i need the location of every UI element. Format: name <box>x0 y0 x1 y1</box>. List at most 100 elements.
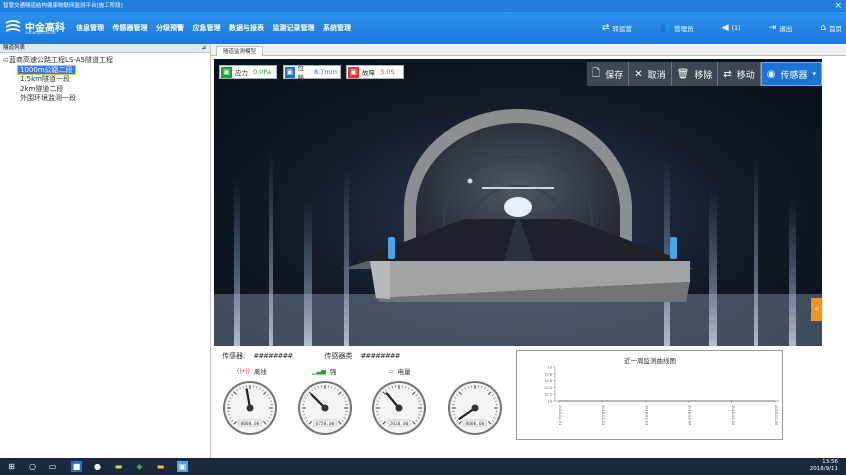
sensor-type-value: ######## <box>360 352 401 360</box>
y-tick-label: 10.6 <box>544 379 552 383</box>
pressure-icon: ▣ <box>221 66 232 78</box>
nav-item-5[interactable]: 监测记录管理 <box>273 23 315 35</box>
x-tick-label: 2018-02-04 <box>688 405 692 426</box>
app-header: 中金高科 ZHONGJIN GAOKE 信息管理 传感器管理 分级预警 应急管理 数据与… <box>0 12 846 44</box>
nav-item-1[interactable]: 传感器管理 <box>113 23 148 35</box>
x-tick-label: 2018-02-06 <box>774 405 778 425</box>
tree-root-label: 蓝商高速公路工程LS-A5隧道工程 <box>9 56 113 64</box>
start-icon[interactable]: ⊞ <box>6 461 17 472</box>
cancel-icon: ✕ <box>634 68 643 80</box>
expand-panel-tab[interactable]: « <box>811 298 822 321</box>
nav-item-2[interactable]: 分级预警 <box>156 23 184 35</box>
header-action-0[interactable]: ⇄ 转运营 <box>602 23 632 33</box>
tab-tunnel-model[interactable]: 隧道监测模型 <box>216 46 264 56</box>
sensor-status: ▭ 电量 <box>388 366 411 377</box>
sensor-status: ((•)) 离线 <box>237 366 267 377</box>
displacement-icon: ▣ <box>285 66 295 78</box>
header-action-3[interactable]: ⇥ 退出 <box>769 23 793 33</box>
y-tick-label: 10 <box>548 400 552 404</box>
status-label: 电量 <box>397 368 411 376</box>
tree-item-label: 外围环境监测一段 <box>20 94 76 102</box>
y-tick-label: 10 <box>548 366 552 370</box>
sensor-label: 传感器: <box>222 352 246 360</box>
nav-item-6[interactable]: 系统管理 <box>323 23 351 35</box>
header-action-label: 管理员 <box>674 25 694 33</box>
toolbar-label: 移动 <box>736 70 755 81</box>
clock-time: 13:56 <box>822 459 838 465</box>
toolbar-label: 保存 <box>605 70 624 81</box>
tree-item[interactable]: 1.5km隧道一段 <box>3 75 210 85</box>
x-tick-label: 2018-02-03 <box>644 405 648 425</box>
system-clock[interactable]: 13:56 2018/9/11 <box>810 459 838 473</box>
metric-value: 3.0S <box>380 68 395 76</box>
y-tick-label: 10.8 <box>544 372 552 376</box>
user-icon: 👥 <box>659 23 672 33</box>
pin-icon[interactable]: ⊿ <box>201 44 206 53</box>
move-icon: ⇄ <box>723 68 732 80</box>
os-taskbar: ⊞ ○ ▭ ■ ● ▬ ◆ ▬ ▣ 13:56 2018/9/11 <box>0 458 846 475</box>
tree-root[interactable]: ⊟蓝商高速公路工程LS-A5隧道工程 <box>3 56 210 66</box>
metric-value: 8.7mm <box>313 68 337 76</box>
header-action-2[interactable]: ◀ (1) <box>722 23 741 33</box>
tunnel-list-panel: 隧道列表 ⊿ ⊟蓝商高速公路工程LS-A5隧道工程 1000m公路二段 1.5km… <box>0 44 211 458</box>
toolbar-cancel-button[interactable]: ✕ 取消 <box>629 62 672 86</box>
chevron-down-icon[interactable]: ▾ <box>812 70 816 78</box>
tree-item-label: 1.5km隧道一段 <box>20 75 71 83</box>
nav-item-3[interactable]: 应急管理 <box>193 23 221 35</box>
window-icon[interactable]: ▣ <box>177 461 188 472</box>
toolbar-trash-button[interactable]: 🗑 移除 <box>672 62 719 86</box>
y-tick-label: 10.4 <box>544 386 553 390</box>
clock-date: 2018/9/11 <box>809 466 838 472</box>
sensor-value: ######## <box>253 352 293 360</box>
header-action-1[interactable]: 👥 管理员 <box>660 23 694 33</box>
battery-icon: ▭ <box>388 367 394 375</box>
sensor-status: ▁▃▅ 强 <box>312 366 337 377</box>
x-tick-label: 2018-02-02 <box>601 405 605 425</box>
tunnel-tree: ⊟蓝商高速公路工程LS-A5隧道工程 1000m公路二段 1.5km隧道一段 2km… <box>0 53 210 104</box>
tunnel-3d-viewport[interactable]: ▣ 应力 0.0Pa ▣ 位移 8.7mm ▣ 故障 3.0S 🗋 保存 ✕ 取消 🗑 移除 ⇄ 移动 ◉ 传感器… <box>214 59 822 346</box>
tree-item[interactable]: 外围环境监测一段 <box>3 94 210 104</box>
status-label: 强 <box>329 368 337 376</box>
chat-icon[interactable]: ◆ <box>134 461 145 472</box>
header-action-4[interactable]: ⌂ 首页 <box>820 23 842 33</box>
nav-item-4[interactable]: 数据与报表 <box>229 23 264 35</box>
main-nav: 信息管理 传感器管理 分级预警 应急管理 数据与报表 监测记录管理 系统管理 <box>76 23 360 35</box>
tree-item[interactable]: 1000m公路二段 <box>3 64 210 76</box>
speaker-icon: ◀ <box>721 23 729 33</box>
fault-icon: ▣ <box>348 66 359 78</box>
folder-icon[interactable]: ▬ <box>113 461 124 472</box>
sensor-info: 传感器: ######## 传感器类 ######## <box>222 351 401 361</box>
toolbar-move-button[interactable]: ⇄ 移动 <box>718 62 761 86</box>
browser-icon[interactable]: ● <box>92 461 103 472</box>
toolbar-label: 取消 <box>647 70 666 81</box>
window-title: 智慧交通隧道结构健康物联网监测平台[施工阶段] <box>3 3 123 9</box>
tree-item-label: 1000m公路二段 <box>17 64 76 75</box>
chart-title: 近一周监测曲线图 <box>624 356 676 365</box>
explorer-icon[interactable]: ▬ <box>155 461 166 472</box>
model-toolbar: 🗋 保存 ✕ 取消 🗑 移除 ⇄ 移动 ◉ 传感器 ▾ <box>587 62 822 86</box>
x-tick-label: 2018-02-01 <box>558 405 562 425</box>
window-close-icon[interactable]: × <box>834 0 842 12</box>
nav-item-0[interactable]: 信息管理 <box>76 23 104 35</box>
app-taskbar-icon[interactable]: ■ <box>71 461 82 472</box>
tree-item-label: 2km隧道二段 <box>20 84 64 93</box>
taskview-icon[interactable]: ▭ <box>47 461 58 472</box>
panel-title: 隧道列表 <box>3 45 26 51</box>
metric-badge: ▣ 位移 8.7mm <box>283 64 341 82</box>
toolbar-sensor-button[interactable]: ◉ 传感器 ▾ <box>760 62 822 86</box>
chart-svg: 近一周监测曲线图 10 10.8 10.6 10.4 10.2 10 2018-02-01 20… <box>544 356 779 426</box>
tree-item[interactable]: 2km隧道二段 <box>3 85 210 95</box>
search-icon[interactable]: ○ <box>27 461 38 472</box>
x-tick-label: 2018-02-05 <box>731 405 735 425</box>
dial-gauge: 2010.00 <box>371 380 427 436</box>
gauge-readout: 0750.00 <box>316 421 335 427</box>
toolbar-save-button[interactable]: 🗋 保存 <box>587 62 630 86</box>
tunnel-scene <box>214 109 822 346</box>
y-tick-label: 10.2 <box>544 393 552 397</box>
header-action-label: 转运营 <box>612 25 632 33</box>
metric-label: 位移 <box>297 64 305 82</box>
home-icon: ⌂ <box>820 23 826 33</box>
gauge-readout: 2010.00 <box>390 421 409 427</box>
window-titlebar: 智慧交通隧道结构健康物联网监测平台[施工阶段] × <box>0 0 846 12</box>
header-actions: ⇄ 转运营 👥 管理员 ◀ (1) ⇥ 退出 ⌂ 首页 <box>574 21 842 35</box>
